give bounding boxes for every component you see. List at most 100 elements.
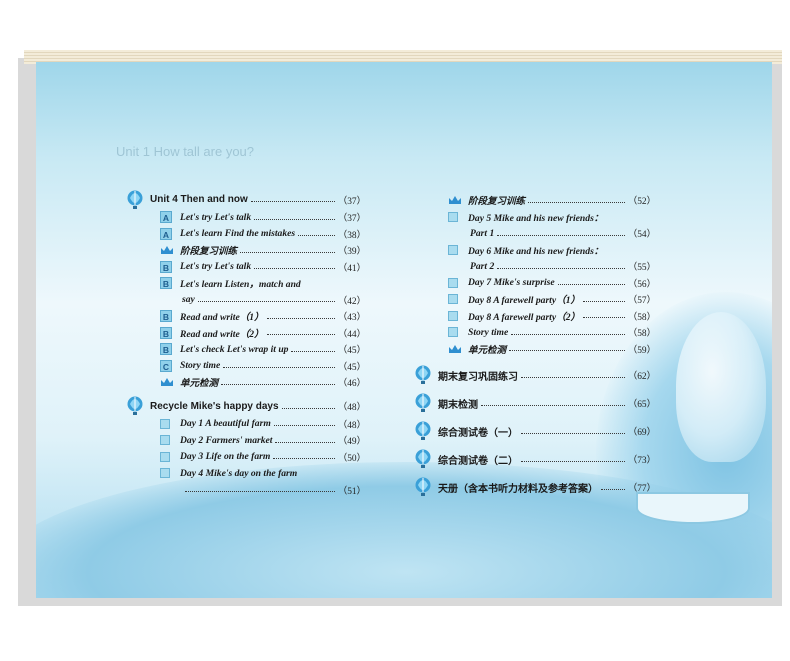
page-number: （37） — [337, 196, 366, 207]
toc-label: 天册（含本书听力材料及参考答案） — [438, 483, 598, 495]
toc-section[interactable]: 期末检测 （65） — [414, 389, 656, 417]
toc-section[interactable]: 综合测试卷（一） （69） — [414, 417, 656, 445]
toc-item[interactable]: 单元检测 （46） — [126, 374, 366, 391]
balloon-icon — [414, 477, 432, 497]
balloon-icon — [414, 365, 432, 385]
crown-icon — [160, 245, 174, 255]
crown-icon — [448, 344, 462, 354]
toc-label: Read and write（1） — [180, 312, 264, 324]
page-number: （38） — [337, 230, 366, 241]
toc-label: Story time — [468, 326, 509, 338]
page-number: （58） — [627, 329, 656, 340]
toc-label: Let's learn Listen，match and — [180, 279, 301, 291]
leader-dots — [601, 488, 625, 490]
square-bullet-icon — [160, 418, 170, 429]
toc-section[interactable]: 期末复习巩固练习 （62） — [414, 361, 656, 389]
page-number: （57） — [627, 296, 656, 307]
toc-label: Let's learn Find the mistakes — [180, 228, 296, 240]
toc-label: Recycle Mike's happy days — [150, 400, 279, 412]
toc-item[interactable]: 单元检测 （59） — [414, 341, 656, 358]
toc-item[interactable]: B Let's try Let's talk （41） — [126, 259, 366, 276]
leader-dots — [511, 333, 625, 335]
toc-item[interactable]: Story time （58） — [414, 324, 656, 341]
square-bullet-icon — [448, 277, 458, 288]
toc-item-continued[interactable]: Part 2 （55） — [414, 258, 656, 275]
leader-dots — [273, 458, 335, 460]
page-number: （49） — [337, 437, 366, 448]
leader-dots — [281, 407, 335, 409]
toc-label: Part 2 — [470, 260, 495, 272]
toc-item[interactable]: B Read and write（1） （43） — [126, 308, 366, 325]
leader-dots — [197, 301, 335, 303]
toc-unit4[interactable]: Unit 4 Then and now （37） — [126, 190, 366, 209]
toc-label: 期末检测 — [438, 399, 478, 411]
page-number: （51） — [337, 486, 366, 497]
toc-item[interactable]: A Let's try Let's talk （37） — [126, 209, 366, 226]
toc-label: Day 4 Mike's day on the farm — [180, 467, 298, 479]
background-title: Unit 1 How tall are you? — [116, 144, 255, 159]
toc-item[interactable]: Day 4 Mike's day on the farm — [126, 465, 366, 482]
toc-label: Day 7 Mike's surprise — [468, 277, 555, 289]
toc-item[interactable]: B Let's learn Listen，match and — [126, 275, 366, 292]
balloon-icon — [126, 190, 144, 210]
leader-dots — [254, 268, 335, 270]
toc-item[interactable]: C Story time （45） — [126, 358, 366, 375]
toc-label: 阶段复习训练 — [468, 196, 526, 208]
toc-item[interactable]: Day 8 A farewell party（2） （58） — [414, 308, 656, 325]
toc-item[interactable]: 阶段复习训练 （39） — [126, 242, 366, 259]
toc-label: Let's check Let's wrap it up — [180, 343, 289, 355]
toc-item[interactable]: Day 3 Life on the farm （50） — [126, 449, 366, 466]
page-number: （46） — [337, 379, 366, 390]
toc-item[interactable]: Day 6 Mike and his new friends： — [414, 242, 656, 259]
toc-item[interactable]: Day 7 Mike's surprise （56） — [414, 275, 656, 292]
toc-label: Day 2 Farmers' market — [180, 434, 273, 446]
balloon-icon — [414, 421, 432, 441]
leader-dots — [266, 334, 335, 336]
leader-dots — [521, 432, 625, 434]
toc-item[interactable]: Day 8 A farewell party（1） （57） — [414, 291, 656, 308]
toc-item-continued[interactable]: Part 1 （54） — [414, 225, 656, 242]
toc-label: Unit 4 Then and now — [150, 194, 248, 205]
page-number: （73） — [627, 456, 656, 466]
leader-dots — [250, 201, 335, 202]
page-number: （59） — [627, 345, 656, 356]
toc-item-continued[interactable]: （51） — [126, 482, 366, 499]
page-number: （39） — [337, 247, 366, 258]
toc-recycle[interactable]: Recycle Mike's happy days （48） — [126, 397, 366, 416]
toc-item-continued[interactable]: say （42） — [126, 292, 366, 309]
toc-label: Day 1 A beautiful farm — [180, 418, 271, 430]
page-number: （50） — [337, 453, 366, 464]
page-number: （43） — [337, 313, 366, 324]
part-c-badge: C — [160, 359, 172, 372]
toc-label: Day 8 A farewell party（1） — [468, 295, 581, 307]
toc-item[interactable]: B Read and write（2） （44） — [126, 325, 366, 342]
page-number: （42） — [337, 296, 366, 307]
toc-label: 综合测试卷（二） — [438, 455, 518, 467]
toc-section[interactable]: 天册（含本书听力材料及参考答案） （77） — [414, 473, 656, 501]
toc-item[interactable]: Day 2 Farmers' market （49） — [126, 432, 366, 449]
leader-dots — [185, 491, 335, 493]
part-b-badge: B — [160, 343, 172, 356]
page-number: （52） — [627, 197, 656, 208]
toc-section[interactable]: 综合测试卷（二） （73） — [414, 445, 656, 473]
toc-label: say — [182, 294, 195, 306]
toc-item[interactable]: B Let's check Let's wrap it up （45） — [126, 341, 366, 358]
toc-item[interactable]: A Let's learn Find the mistakes （38） — [126, 226, 366, 243]
leader-dots — [254, 218, 335, 220]
page-number: （44） — [337, 329, 366, 340]
part-a-badge: A — [160, 227, 172, 240]
toc-label: Let's try Let's talk — [180, 211, 252, 223]
square-bullet-icon — [448, 327, 458, 338]
toc-item[interactable]: 阶段复习训练 （52） — [414, 192, 656, 209]
leader-dots — [583, 317, 625, 319]
page-number: （45） — [337, 346, 366, 357]
toc-item[interactable]: Day 5 Mike and his new friends： — [414, 209, 656, 226]
leader-dots — [291, 350, 335, 352]
square-bullet-icon — [448, 310, 458, 321]
toc-label: 单元检测 — [468, 344, 507, 356]
toc-left-column: Unit 4 Then and now （37） A Let's try Let… — [126, 190, 366, 498]
toc-item[interactable]: Day 1 A beautiful farm （48） — [126, 416, 366, 433]
leader-dots — [528, 201, 625, 203]
square-bullet-icon — [160, 451, 170, 462]
leader-dots — [481, 404, 625, 406]
